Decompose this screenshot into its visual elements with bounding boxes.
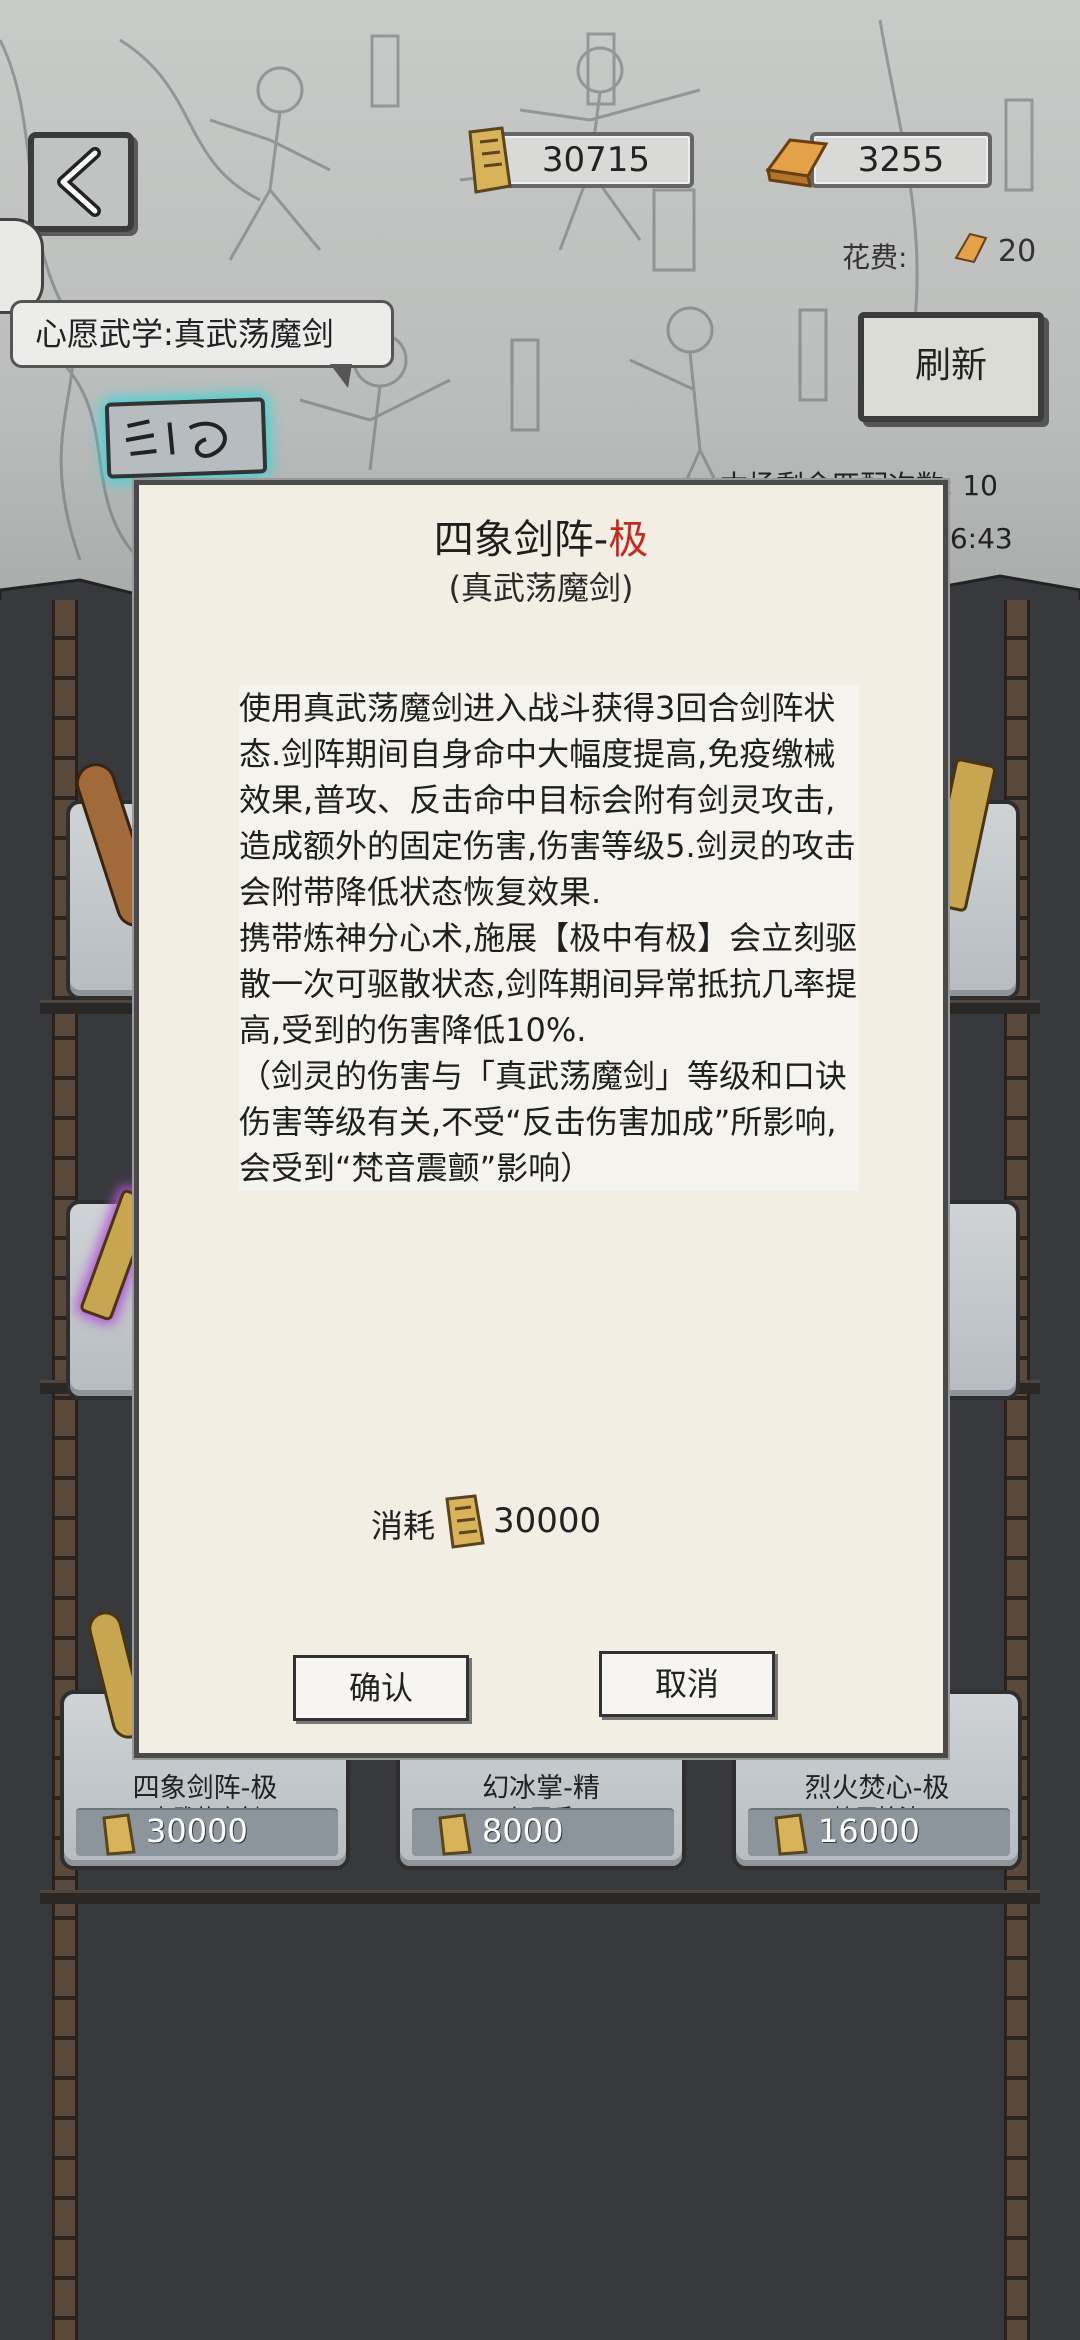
price-strip: 30000 xyxy=(76,1808,338,1856)
skill-description: 使用真武荡魔剑进入战斗获得3回合剑阵状态.剑阵期间自身命中大幅度提高,免疫缴械效… xyxy=(239,685,859,1191)
cost-value: 20 xyxy=(998,234,1037,269)
price-strip: 8000 xyxy=(412,1808,674,1856)
chevron-left-icon xyxy=(57,147,101,217)
consume-value: 30000 xyxy=(493,1501,602,1541)
dialog-title: 四象剑阵-极 xyxy=(139,507,943,565)
gold-currency-bar: 3255 xyxy=(810,132,992,188)
gold-bar-icon xyxy=(765,138,829,188)
wish-skill-bubble: 心愿武学:真武荡魔剑 xyxy=(10,300,394,368)
scroll-currency-bar: 30715 xyxy=(498,132,694,188)
skill-detail-dialog: 四象剑阵-极 (真武荡魔剑) 使用真武荡魔剑进入战斗获得3回合剑阵状态.剑阵期间… xyxy=(134,480,948,1758)
gold-currency-value: 3255 xyxy=(857,140,945,180)
scroll-icon xyxy=(774,1813,808,1856)
scroll-icon xyxy=(102,1813,136,1856)
scroll-icon xyxy=(438,1813,472,1856)
back-button[interactable] xyxy=(28,132,134,232)
cancel-button[interactable]: 取消 xyxy=(599,1651,775,1717)
shelf-divider xyxy=(40,1890,1040,1904)
bubble-tail xyxy=(330,364,352,388)
price-strip: 16000 xyxy=(748,1808,1010,1856)
card-price: 30000 xyxy=(146,1812,248,1850)
skill-grade: 极 xyxy=(608,517,649,563)
scroll-icon xyxy=(445,1494,485,1549)
confirm-button[interactable]: 确认 xyxy=(293,1655,469,1721)
scroll-currency-value: 30715 xyxy=(541,140,651,180)
rune-glyph-icon xyxy=(125,419,227,458)
skill-name: 四象剑阵- xyxy=(433,517,609,563)
gold-bar-icon xyxy=(954,232,988,264)
consume-label: 消耗 xyxy=(371,1507,436,1545)
card-price: 8000 xyxy=(482,1812,564,1850)
refresh-button[interactable]: 刷新 xyxy=(858,312,1044,422)
remaining-matches-value: 10 xyxy=(962,469,998,502)
scroll-icon xyxy=(468,126,512,194)
cost-label: 花费: xyxy=(842,241,908,274)
card-price: 16000 xyxy=(818,1812,920,1850)
glowing-stone-sign[interactable] xyxy=(104,397,268,479)
dialog-subtitle: (真武荡魔剑) xyxy=(448,569,634,607)
